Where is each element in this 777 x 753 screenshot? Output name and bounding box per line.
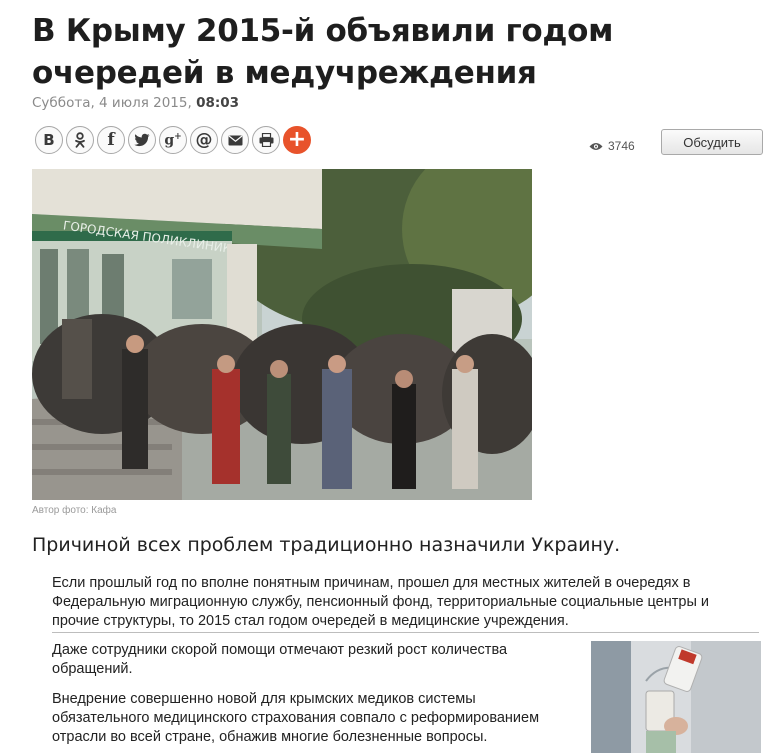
eye-icon — [589, 142, 603, 150]
article-lead: Причиной всех проблем традиционно назнач… — [32, 534, 621, 556]
share-twitter-button[interactable] — [128, 126, 156, 154]
article-date: Суббота, 4 июля 2015, — [32, 95, 192, 111]
twitter-icon — [134, 133, 150, 147]
divider — [52, 632, 759, 633]
view-counter: 3746 — [589, 139, 635, 153]
vk-icon: B — [43, 131, 55, 149]
share-facebook-button[interactable]: f — [97, 126, 125, 154]
mailru-icon: @ — [195, 130, 213, 150]
article-paragraph-1: Если прошлый год по вполне понятным прич… — [52, 575, 710, 629]
article-headline: В Крыму 2015-й объявили годом очередей в… — [32, 13, 614, 91]
share-odnoklassniki-button[interactable] — [66, 126, 94, 154]
discuss-button[interactable]: Обсудить — [661, 129, 763, 155]
share-buttons: B f g+ @ + — [35, 126, 311, 154]
facebook-icon: f — [107, 130, 115, 150]
article-dateline: Суббота, 4 июля 2015, 08:03 — [32, 95, 239, 111]
share-email-button[interactable] — [221, 126, 249, 154]
share-mailru-button[interactable]: @ — [190, 126, 218, 154]
side-photo — [591, 641, 761, 753]
article-paragraph-2: Даже сотрудники скорой помощи отмечают р… — [52, 642, 508, 677]
share-vk-button[interactable]: B — [35, 126, 63, 154]
share-google-plus-button[interactable]: g+ — [159, 126, 187, 154]
email-icon — [228, 135, 242, 145]
article-time: 08:03 — [196, 95, 240, 111]
google-plus-icon: g+ — [164, 131, 182, 149]
share-print-button[interactable] — [252, 126, 280, 154]
photo-credit: Автор фото: Кафа — [32, 505, 117, 516]
odnoklassniki-icon — [75, 132, 85, 148]
article-photo: ГОРОДСКАЯ ПОЛИКЛИНИКА — [32, 169, 532, 500]
more-share-button[interactable]: + — [283, 126, 311, 154]
more-share-icon: + — [287, 127, 307, 152]
print-icon — [259, 133, 273, 147]
article-paragraph-3: Внедрение совершенно новой для крымских … — [52, 691, 540, 745]
view-count: 3746 — [608, 139, 635, 153]
